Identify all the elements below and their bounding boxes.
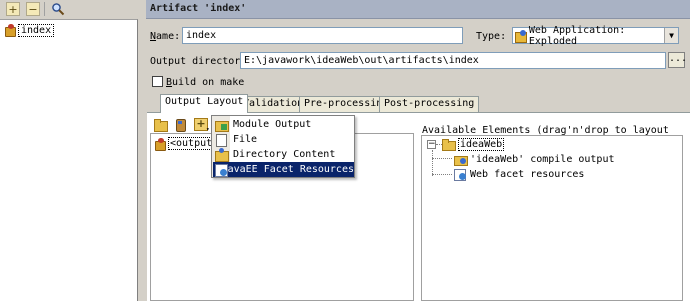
chevron-down-icon[interactable]: ▾ <box>206 126 210 133</box>
menu-item-label: Directory Content <box>233 149 336 160</box>
artifact-header: Artifact 'index' <box>146 0 690 19</box>
browse-button[interactable]: ... <box>668 52 687 68</box>
web-application-icon <box>515 29 527 43</box>
tab-validation[interactable]: Validation <box>238 96 309 112</box>
menu-item-label: File <box>233 134 258 145</box>
type-select-value: Web Application: Exploded <box>528 24 626 47</box>
artifact-item-index[interactable]: index <box>4 23 55 37</box>
tab-post-processing[interactable]: Post-processing <box>379 96 480 112</box>
tree-node-label: 'ideaWeb' compile output <box>470 153 615 165</box>
chevron-down-icon[interactable]: ▼ <box>664 28 678 43</box>
splitter[interactable] <box>138 0 146 301</box>
tree-connector <box>432 174 452 175</box>
type-select[interactable]: Web Application: Exploded ▼ <box>512 24 679 47</box>
menu-item-file[interactable]: File <box>213 132 354 147</box>
available-elements-tree[interactable]: − ideaWeb 'ideaWeb' compile output Web f… <box>421 135 683 301</box>
module-output-icon <box>213 118 229 132</box>
menu-item-label: Module Output <box>233 119 312 130</box>
artifact-item-label: index <box>18 23 55 37</box>
output-directory-label: Output directory: <box>150 56 253 67</box>
tree-node-compile-output[interactable]: 'ideaWeb' compile output <box>454 152 615 166</box>
create-directory-icon[interactable] <box>154 118 168 132</box>
file-icon <box>213 133 229 147</box>
create-archive-icon[interactable] <box>174 118 188 132</box>
tree-node-ideaweb[interactable]: − ideaWeb <box>427 137 505 151</box>
type-label: Type: <box>476 31 507 42</box>
tree-node-label: Web facet resources <box>470 168 585 180</box>
search-icon[interactable] <box>51 2 65 16</box>
left-toolbar: + − <box>0 0 138 19</box>
tree-node-web-facet-resources[interactable]: Web facet resources <box>454 167 584 181</box>
collapse-icon[interactable]: − <box>427 139 436 149</box>
build-on-make-label: Build on make <box>166 77 245 88</box>
name-field[interactable]: index <box>182 27 463 44</box>
facet-resources-icon <box>213 163 227 177</box>
plus-icon[interactable]: + <box>6 2 20 16</box>
menu-item-javaee-facet-resources[interactable]: JavaEE Facet Resources <box>213 162 354 177</box>
menu-item-module-output[interactable]: Module Output <box>213 117 354 132</box>
tree-connector <box>432 150 433 176</box>
directory-content-icon <box>213 148 229 162</box>
tab-output-layout[interactable]: Output Layout <box>160 94 249 113</box>
menu-item-directory-content[interactable]: Directory Content <box>213 147 354 162</box>
artifact-icon <box>154 137 166 151</box>
artifact-title: Artifact 'index' <box>150 3 247 14</box>
module-folder-icon <box>442 138 456 151</box>
tree-node-label: ideaWeb <box>458 137 505 151</box>
output-directory-field[interactable]: E:\javawork\ideaWeb\out\artifacts\index <box>240 52 666 69</box>
toolbar-separator <box>44 2 45 16</box>
add-copy-popup-menu: Module Output File Directory Content Jav… <box>211 115 355 178</box>
artifact-icon <box>4 24 16 37</box>
web-facet-icon <box>454 168 468 181</box>
compile-output-icon <box>454 153 468 166</box>
minus-icon[interactable]: − <box>26 2 40 16</box>
name-label: Name: <box>150 31 181 42</box>
menu-item-label: JavaEE Facet Resources <box>221 164 354 175</box>
tree-connector <box>432 158 452 159</box>
build-on-make-checkbox[interactable] <box>152 76 163 87</box>
artifact-list[interactable]: index <box>0 19 138 301</box>
